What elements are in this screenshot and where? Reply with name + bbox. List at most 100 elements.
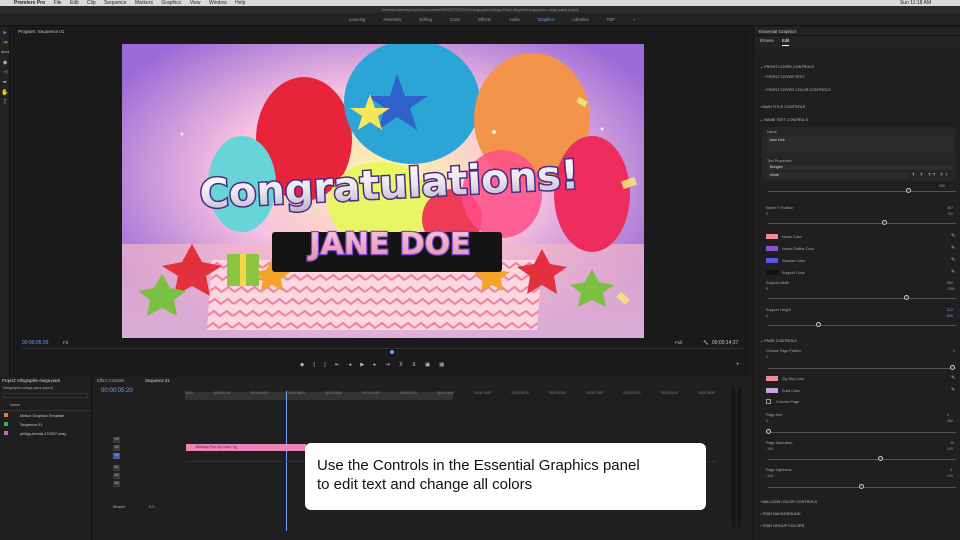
project-search-input[interactable] <box>3 393 88 398</box>
workspace-tdp[interactable]: TDP <box>598 13 624 26</box>
page-pattern-knob[interactable] <box>950 365 955 370</box>
page-pattern-slider[interactable] <box>768 368 956 369</box>
font-size-slider[interactable] <box>768 191 956 192</box>
page-saturation-slider[interactable] <box>768 459 956 460</box>
color-swatch[interactable] <box>766 388 778 393</box>
settings-wrench-icon[interactable]: 🔧 <box>703 340 709 346</box>
sequence-tab[interactable]: Sequence 01 <box>145 378 170 383</box>
page-lightness-value[interactable]: 0 <box>950 468 952 472</box>
add-button-icon[interactable]: + <box>736 362 740 368</box>
fit-dropdown[interactable]: Fit <box>63 340 68 345</box>
hand-tool-icon[interactable]: ✋ <box>1 89 9 97</box>
slip-tool-icon[interactable]: ⊣ <box>1 69 9 77</box>
color-swatch[interactable] <box>766 258 778 263</box>
track-select-icon[interactable]: ⇥ <box>1 39 9 47</box>
support-width-knob[interactable] <box>904 295 909 300</box>
extract-icon[interactable]: ⊻ <box>412 362 416 372</box>
colorize-page-checkbox[interactable] <box>766 399 771 404</box>
program-scrubber[interactable] <box>22 348 744 358</box>
workspace-libraries[interactable]: Libraries <box>564 13 598 26</box>
name-y-value[interactable]: 497 <box>947 206 953 210</box>
workspace-audio[interactable]: Audio <box>500 13 529 26</box>
workspace-graphics[interactable]: Graphics <box>529 13 564 26</box>
support-width-value[interactable]: 980 <box>947 281 953 285</box>
font-size-value[interactable]: 200 <box>939 184 945 188</box>
font-size-knob[interactable] <box>906 188 911 193</box>
workspace-learning[interactable]: Learning <box>340 13 374 26</box>
section-main-title[interactable]: › MAIN TITLE CONTROLS <box>760 104 805 110</box>
page-lightness-knob[interactable] <box>859 484 864 489</box>
add-marker-icon[interactable]: ◆ <box>300 362 304 372</box>
name-y-slider[interactable] <box>768 223 956 224</box>
name-column-header[interactable]: Name <box>0 400 91 411</box>
track-a1-header[interactable]: A1 <box>113 464 121 471</box>
workspace-color[interactable]: Color <box>441 13 469 26</box>
project-item[interactable]: Motion Graphics Template <box>0 411 91 420</box>
timeline-ruler[interactable]: 00;00 00;00;02;00 00;00;04;00 00;00;06;00 00… <box>185 391 715 401</box>
section-star-background[interactable]: › STAR BACKGROUND <box>760 511 800 517</box>
type-tool-icon[interactable]: T <box>1 99 9 107</box>
program-video-frame[interactable]: Congratulations! JANE DOE <box>122 44 644 338</box>
compare-icon[interactable]: ▦ <box>439 362 444 372</box>
master-volume[interactable]: 0.0 <box>149 504 155 509</box>
name-textarea[interactable]: Jane Doe <box>767 136 953 152</box>
step-forward-icon[interactable]: ▸ <box>374 362 377 372</box>
color-swatch[interactable] <box>766 376 778 381</box>
support-width-slider[interactable] <box>768 298 956 299</box>
font-style-dropdown[interactable]: Inline <box>767 173 907 178</box>
workspace-editing[interactable]: Editing <box>410 13 441 26</box>
selection-tool-icon[interactable]: ▸ <box>1 29 9 37</box>
workspace-effects[interactable]: Effects <box>469 13 500 26</box>
quality-dropdown[interactable]: Full <box>675 340 682 345</box>
section-page[interactable]: ⌄ PAGE CONTROLS <box>760 338 797 344</box>
lift-icon[interactable]: ⊼ <box>399 362 403 372</box>
go-to-out-icon[interactable]: ⇥ <box>385 362 390 372</box>
export-frame-icon[interactable]: ▣ <box>425 362 430 372</box>
razor-tool-icon[interactable]: ◆ <box>1 59 9 67</box>
page-hue-knob[interactable] <box>766 429 771 434</box>
track-v1-header[interactable]: V1 <box>113 452 121 459</box>
mark-out-icon[interactable]: } <box>324 362 326 372</box>
section-star-group[interactable]: › STAR GROUP COLORS <box>760 523 804 529</box>
timeline-timecode[interactable]: 00;00;05;20 <box>101 388 133 394</box>
support-height-knob[interactable] <box>816 322 821 327</box>
page-hue-slider[interactable] <box>768 432 956 433</box>
pen-tool-icon[interactable]: ✒ <box>1 79 9 87</box>
text-style-buttons[interactable]: T T TT Tт <box>912 172 949 177</box>
playhead-marker[interactable] <box>390 350 394 354</box>
step-back-icon[interactable]: ◂ <box>349 362 352 372</box>
essential-graphics-tab[interactable]: Essential Graphics <box>754 27 960 36</box>
section-front-cover-text[interactable]: › FRONT COVER TEXT <box>764 75 805 79</box>
project-tab[interactable]: Project: Infographic-mega-pack <box>0 377 91 385</box>
color-swatch[interactable] <box>766 234 778 239</box>
program-monitor-tab[interactable]: Program: Sequence 01 <box>18 29 64 34</box>
go-to-in-icon[interactable]: ⇤ <box>335 362 340 372</box>
more-workspaces-icon[interactable]: » <box>624 13 644 26</box>
edit-tab[interactable]: Edit <box>781 36 790 46</box>
support-height-value[interactable]: 212 <box>947 308 953 312</box>
page-saturation-knob[interactable] <box>878 456 883 461</box>
font-dropdown[interactable]: Bungee <box>767 165 953 170</box>
program-timecode[interactable]: 00;00;05;20 <box>22 340 48 346</box>
project-item[interactable]: Sequence 01 <box>0 420 91 429</box>
track-v2-header[interactable]: V2 <box>113 444 121 451</box>
section-front-cover-color[interactable]: › FRONT COVER COLOR CONTROLS <box>764 88 831 92</box>
section-name-text[interactable]: ⌄ NAME TEXT CONTROLS <box>760 117 808 123</box>
track-a2-header[interactable]: A2 <box>113 472 121 479</box>
track-v3-header[interactable]: V3 <box>113 436 121 443</box>
ripple-edit-icon[interactable]: ⟺ <box>1 49 10 57</box>
track-a3-header[interactable]: A3 <box>113 480 121 487</box>
workspace-assembly[interactable]: Assembly <box>374 13 410 26</box>
page-hue-value[interactable]: 0 <box>947 413 949 417</box>
project-item[interactable]: philipp-berndt-170297-unsp <box>0 429 91 438</box>
section-front-cover[interactable]: ⌄ FRONT COVER CONTROLS <box>760 64 814 70</box>
section-balloon-colors[interactable]: › BALLOON COLOR CONTROLS <box>760 499 817 505</box>
graphic-clip[interactable]: Birthday Pop Up Card / fig <box>186 444 306 451</box>
effect-controls-tab[interactable]: Effect Controls <box>97 378 124 383</box>
page-saturation-value[interactable]: 10 <box>950 441 954 445</box>
play-button-icon[interactable]: ▶ <box>360 362 364 372</box>
color-swatch[interactable] <box>766 270 778 275</box>
mark-in-icon[interactable]: { <box>313 362 315 372</box>
support-height-slider[interactable] <box>768 325 956 326</box>
browse-tab[interactable]: Browse <box>760 36 774 46</box>
